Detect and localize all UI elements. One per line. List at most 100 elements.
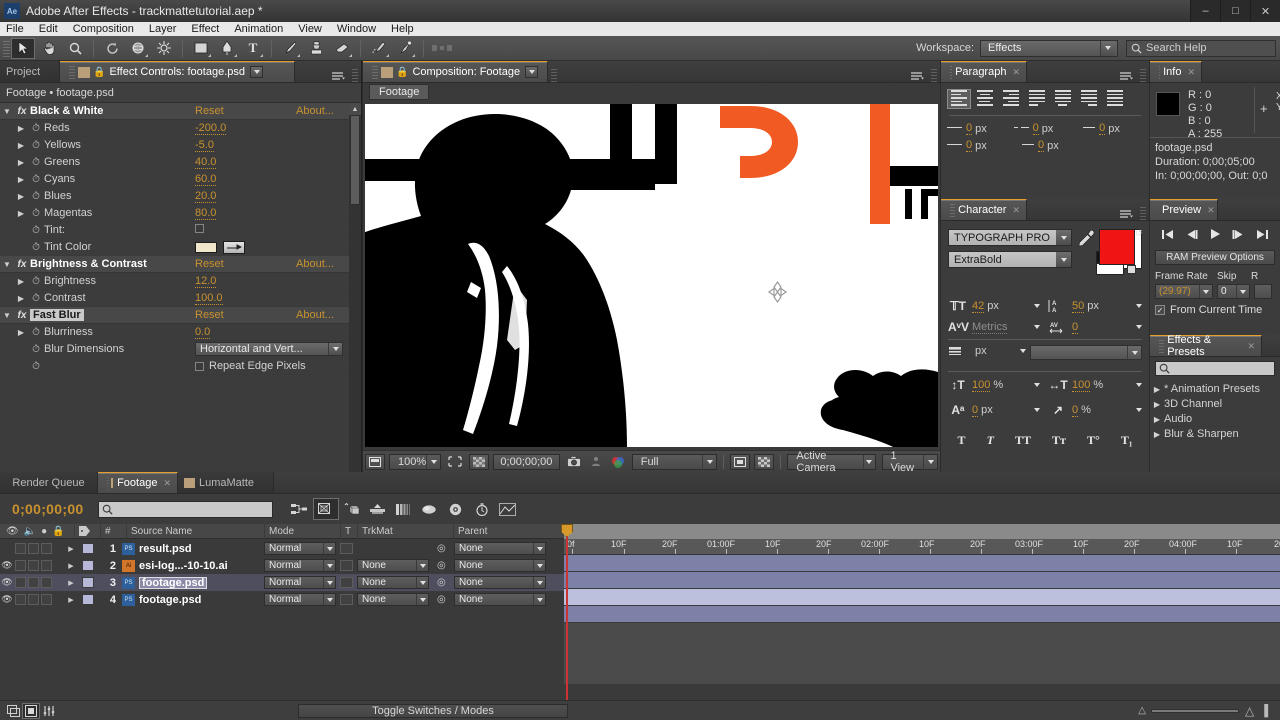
param-row-blurriness[interactable]: ▶ ⏱ Blurriness 0.0 (0, 324, 361, 341)
menu-item-edit[interactable]: Edit (39, 22, 58, 36)
tab-render-queue[interactable]: Render Queue (0, 472, 98, 493)
chevron-down-icon[interactable] (416, 577, 428, 588)
justify-all-icon[interactable] (1103, 89, 1127, 109)
no-color-icon[interactable] (1127, 265, 1136, 274)
disclosure-triangle-icon[interactable]: ▶ (14, 192, 28, 201)
tab-grip[interactable] (372, 65, 378, 79)
search-help-input[interactable]: Search Help (1126, 39, 1276, 57)
disclosure-triangle-icon[interactable]: ▶ (14, 141, 28, 150)
current-time-indicator[interactable] (561, 524, 573, 700)
space-after-field[interactable]: 0 px (1019, 139, 1085, 152)
audio-toggle[interactable] (15, 594, 26, 605)
indent-first-line-field[interactable]: 0 px (1080, 122, 1137, 135)
timeline-graph-area[interactable]: 0f 10F 20F 01:00F 10F 20F 02:00F 10F 20F… (564, 524, 1280, 684)
layer-source-name[interactable]: footage.psd (139, 594, 201, 606)
list-item[interactable]: ▶ 3D Channel (1150, 397, 1280, 412)
space-before-value[interactable]: 0 (966, 139, 973, 152)
effects-search-input[interactable] (1155, 361, 1275, 376)
menu-item-effect[interactable]: Effect (191, 22, 219, 36)
baseline-shift-field[interactable]: Aᵃ 0 px (948, 403, 1042, 417)
solo-icon[interactable]: ● (41, 526, 47, 537)
disclosure-triangle-icon[interactable]: ▶ (63, 545, 79, 553)
effect-reset-link[interactable]: Reset (195, 105, 224, 117)
close-button[interactable]: ✕ (1250, 0, 1280, 22)
param-row-cyans[interactable]: ▶ ⏱ Cyans 60.0 (0, 171, 361, 188)
eyedropper-icon[interactable] (223, 240, 245, 254)
menu-item-animation[interactable]: Animation (234, 22, 283, 36)
chevron-down-icon[interactable] (525, 66, 539, 78)
first-frame-icon[interactable] (1158, 226, 1178, 242)
toggle-mask-icon[interactable] (730, 453, 751, 470)
timeline-search-input[interactable] (97, 500, 273, 518)
disclosure-triangle-icon[interactable]: ▶ (1150, 400, 1164, 409)
repeat-edge-pixels-control[interactable]: Repeat Edge Pixels (195, 360, 306, 372)
disclosure-triangle-icon[interactable]: ▼ (0, 311, 14, 320)
indent-first-line-value[interactable]: 0 (1099, 122, 1106, 135)
justify-last-left-icon[interactable] (1025, 89, 1049, 109)
auto-keyframe-icon[interactable] (469, 498, 495, 520)
toggle-frame-view-icon[interactable]: ▌ (1264, 705, 1272, 717)
superscript-icon[interactable]: T° (1087, 433, 1100, 448)
disclosure-triangle-icon[interactable]: ▶ (14, 158, 28, 167)
disclosure-triangle-icon[interactable]: ▶ (63, 579, 79, 587)
type-tool-icon[interactable]: T (241, 38, 265, 59)
font-size-field[interactable]: 𝕋T 42 px (948, 299, 1042, 313)
stopwatch-icon[interactable]: ⏱ (28, 123, 44, 134)
solo-toggle[interactable] (28, 543, 39, 554)
brush-tool-icon[interactable] (278, 38, 302, 59)
disclosure-triangle-icon[interactable]: ▶ (14, 175, 28, 184)
menu-item-layer[interactable]: Layer (149, 22, 177, 36)
composition-view-tab[interactable]: Footage (369, 84, 430, 100)
list-item[interactable]: ▶ Audio (1150, 412, 1280, 427)
preserve-transparency-toggle[interactable] (340, 594, 353, 605)
tint-checkbox[interactable] (195, 224, 204, 236)
effect-about-link[interactable]: About... (296, 258, 334, 270)
show-snapshot-icon[interactable] (588, 454, 604, 470)
param-value[interactable]: 0.0 (195, 326, 211, 339)
param-value[interactable]: 12.0 (195, 275, 217, 288)
fill-color-swatch[interactable] (1099, 229, 1135, 265)
audio-toggle[interactable] (15, 560, 26, 571)
tab-grip[interactable] (107, 476, 109, 490)
menu-item-help[interactable]: Help (391, 22, 414, 36)
table-row[interactable]: 👁 ▶ 4 PS footage.psd Normal None ◎ None (0, 591, 564, 608)
layer-trkmat-select[interactable]: None (357, 559, 429, 572)
tab-character[interactable]: Character ✕ (941, 199, 1027, 220)
chevron-down-icon[interactable] (533, 543, 545, 554)
solo-toggle[interactable] (28, 594, 39, 605)
tab-edge-grip[interactable] (551, 68, 557, 82)
magnification-select[interactable]: 100% (389, 453, 442, 470)
indent-right-field[interactable]: 0 px (1013, 122, 1075, 135)
pan-behind-tool-icon[interactable] (152, 38, 176, 59)
effect-about-link[interactable]: About... (296, 105, 334, 117)
param-value[interactable]: 20.0 (195, 190, 217, 203)
stroke-type-select[interactable] (1030, 345, 1142, 360)
disclosure-triangle-icon[interactable]: ▶ (14, 124, 28, 133)
tab-grip[interactable] (1159, 339, 1165, 353)
solo-toggle[interactable] (28, 577, 39, 588)
stopwatch-icon[interactable]: ⏱ (28, 191, 44, 202)
motion-blur-graph-icon[interactable] (495, 498, 521, 520)
layer-trkmat-select[interactable]: None (357, 593, 429, 606)
chevron-down-icon[interactable] (323, 594, 335, 605)
list-item[interactable]: ▶ Blur & Sharpen (1150, 427, 1280, 442)
region-of-interest-icon[interactable] (445, 454, 465, 470)
channel-icon[interactable] (608, 454, 628, 470)
tint-color-controls[interactable] (195, 240, 245, 254)
chevron-down-icon[interactable] (1133, 322, 1144, 333)
font-style-select[interactable]: ExtraBold (948, 251, 1072, 268)
lock-icon[interactable]: 🔒 (52, 526, 64, 537)
label-color-swatch[interactable] (82, 560, 94, 571)
repeat-edge-pixels-checkbox[interactable] (195, 361, 204, 371)
stopwatch-icon[interactable]: ⏱ (28, 242, 44, 253)
menu-item-window[interactable]: Window (337, 22, 376, 36)
stopwatch-icon[interactable]: ⏱ (28, 208, 44, 219)
timeline-current-time[interactable]: 0;00;00;00 (12, 501, 84, 517)
play-icon[interactable] (1205, 226, 1225, 242)
brainstorm-icon[interactable] (417, 498, 443, 520)
comp-flowchart-icon[interactable] (4, 703, 22, 719)
table-row[interactable]: 👁 ▶ 1 PS result.psd Normal ◎ None (0, 540, 564, 557)
indent-right-value[interactable]: 0 (1032, 122, 1039, 135)
leading-value[interactable]: 50 (1072, 300, 1085, 313)
chevron-down-icon[interactable] (1031, 380, 1042, 391)
